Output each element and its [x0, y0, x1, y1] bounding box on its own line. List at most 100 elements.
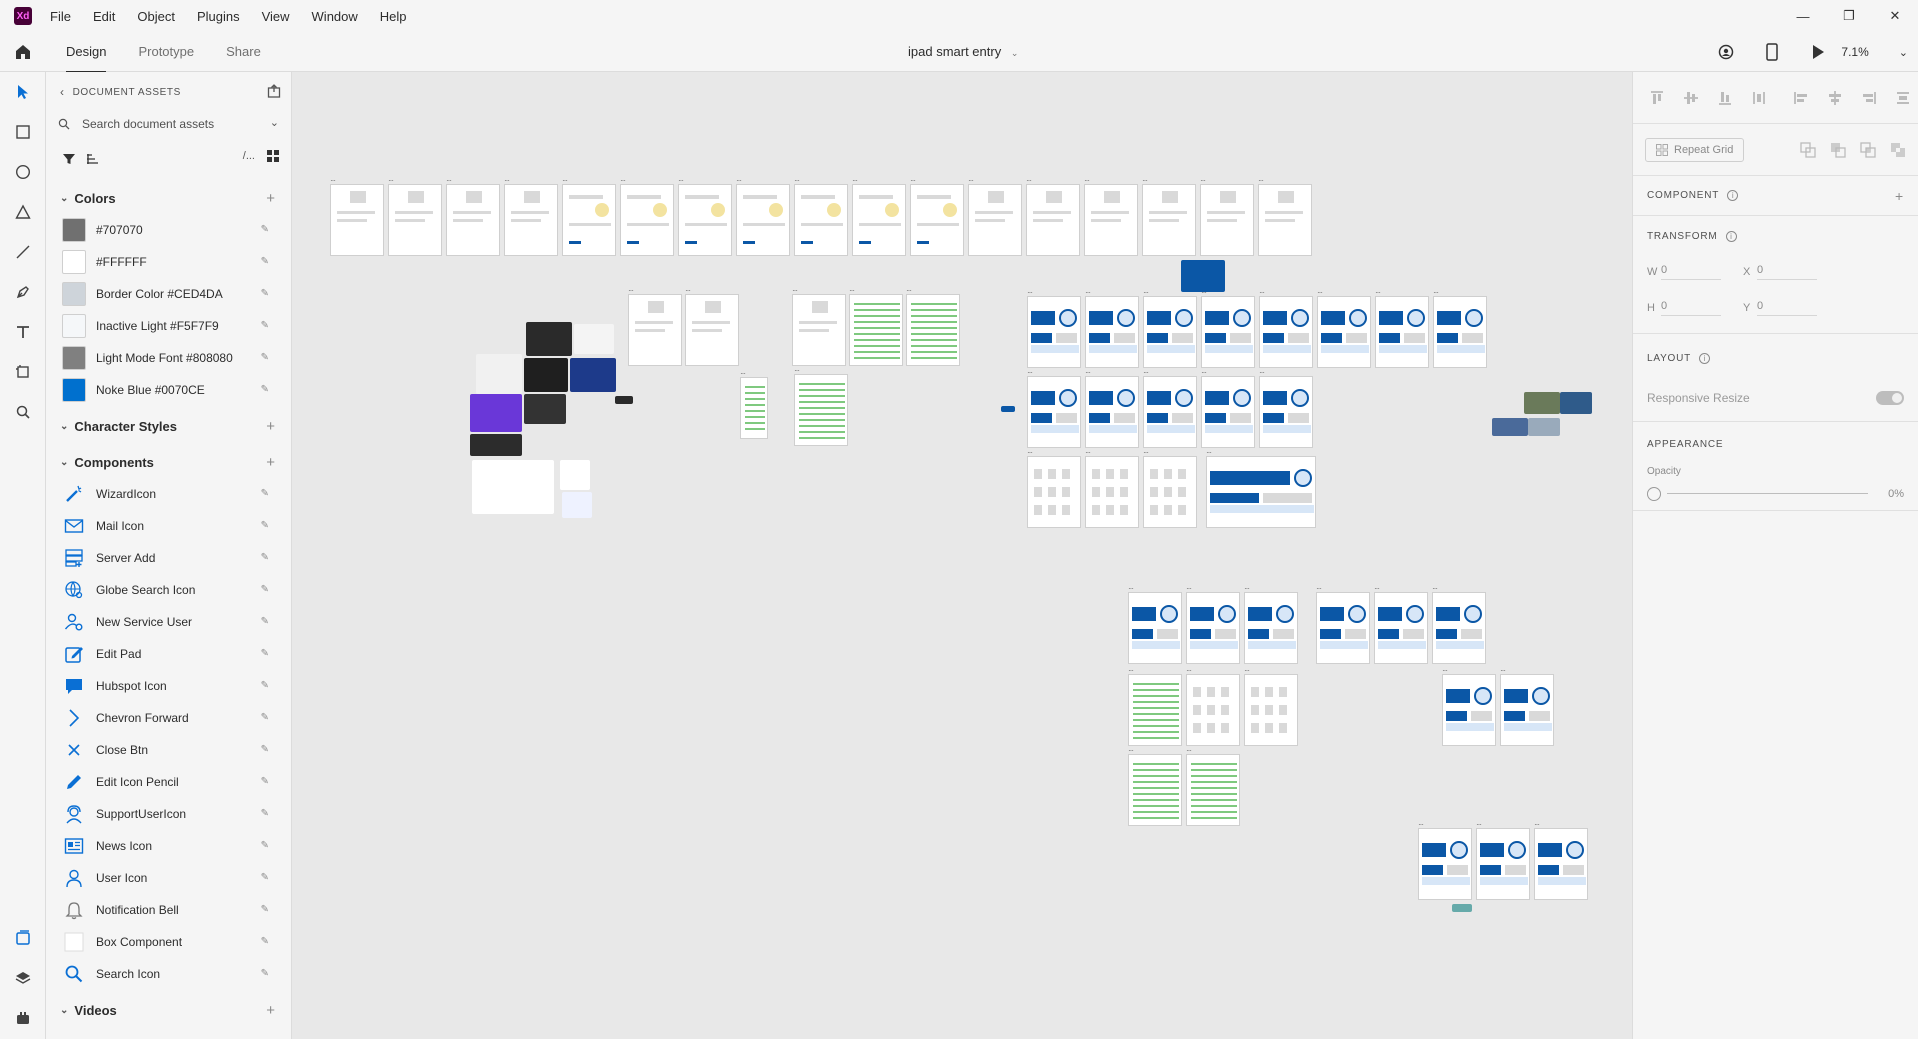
canvas-image[interactable] — [1001, 406, 1015, 412]
artboard-thumbnail[interactable] — [1374, 584, 1428, 664]
canvas-image[interactable] — [524, 394, 566, 424]
artboard-thumbnail[interactable] — [562, 176, 616, 256]
component-row[interactable]: News Icon ✎ — [46, 830, 291, 862]
height-field[interactable]: 0 — [1661, 300, 1721, 316]
align-top-icon[interactable] — [1647, 88, 1667, 108]
opacity-slider-track[interactable] — [1667, 493, 1868, 494]
info-icon[interactable]: i — [1725, 230, 1737, 242]
component-row[interactable]: Edit Pad ✎ — [46, 638, 291, 670]
plugins-panel-icon[interactable] — [0, 998, 46, 1038]
ellipse-tool-icon[interactable] — [0, 152, 46, 192]
canvas-image[interactable] — [1181, 260, 1225, 292]
artboard-thumbnail[interactable] — [740, 369, 768, 439]
color-swatch-row[interactable]: Inactive Light #F5F7F9 ✎ — [46, 310, 291, 342]
add-component-button[interactable]: + — [266, 454, 275, 471]
distribute-vertical-icon[interactable] — [1749, 88, 1769, 108]
edit-pencil-icon[interactable]: ✎ — [261, 520, 269, 531]
artboard-thumbnail[interactable] — [1143, 448, 1197, 528]
zoom-level[interactable]: 7.1% — [1841, 45, 1868, 59]
artboard-thumbnail[interactable] — [1027, 448, 1081, 528]
artboard-thumbnail[interactable] — [906, 286, 960, 366]
artboard-thumbnail[interactable] — [1317, 288, 1371, 368]
edit-pencil-icon[interactable]: ✎ — [261, 712, 269, 723]
rectangle-tool-icon[interactable] — [0, 112, 46, 152]
edit-pencil-icon[interactable]: ✎ — [261, 808, 269, 819]
artboard-thumbnail[interactable] — [1186, 746, 1240, 826]
back-chevron-icon[interactable]: ‹ — [60, 85, 65, 99]
responsive-resize-toggle[interactable] — [1876, 390, 1904, 405]
canvas-image[interactable] — [1524, 392, 1560, 414]
tab-prototype[interactable]: Prototype — [138, 32, 194, 72]
artboard-thumbnail[interactable] — [1143, 368, 1197, 448]
layers-panel-icon[interactable] — [0, 958, 46, 998]
component-row[interactable]: Edit Icon Pencil ✎ — [46, 766, 291, 798]
component-row[interactable]: Box Component ✎ — [46, 926, 291, 958]
color-swatch[interactable] — [62, 314, 86, 338]
color-swatch-row[interactable]: #707070 ✎ — [46, 214, 291, 246]
edit-pencil-icon[interactable]: ✎ — [261, 256, 269, 267]
artboard-thumbnail[interactable] — [1375, 288, 1429, 368]
opacity-slider-knob[interactable] — [1647, 486, 1661, 501]
component-row[interactable]: User Icon ✎ — [46, 862, 291, 894]
color-swatch[interactable] — [62, 250, 86, 274]
artboard-thumbnail[interactable] — [1128, 746, 1182, 826]
artboard-thumbnail[interactable] — [1432, 584, 1486, 664]
component-row[interactable]: Globe Search Icon ✎ — [46, 574, 291, 606]
color-swatch-row[interactable]: #FFFFFF ✎ — [46, 246, 291, 278]
text-tool-icon[interactable] — [0, 312, 46, 352]
artboard-thumbnail[interactable] — [1186, 666, 1240, 746]
artboard-thumbnail[interactable] — [736, 176, 790, 256]
edit-pencil-icon[interactable]: ✎ — [261, 288, 269, 299]
minimize-button[interactable]: — — [1780, 0, 1826, 32]
menu-object[interactable]: Object — [137, 9, 175, 24]
artboard-thumbnail[interactable] — [1027, 368, 1081, 448]
color-swatch-row[interactable]: Noke Blue #0070CE ✎ — [46, 374, 291, 406]
artboard-thumbnail[interactable] — [1201, 288, 1255, 368]
width-field[interactable]: 0 — [1661, 264, 1721, 280]
canvas-image[interactable] — [562, 492, 592, 518]
artboard-thumbnail[interactable] — [1201, 368, 1255, 448]
artboard-thumbnail[interactable] — [1206, 448, 1316, 528]
artboard-thumbnail[interactable] — [1128, 584, 1182, 664]
artboard-thumbnail[interactable] — [910, 176, 964, 256]
home-icon[interactable] — [0, 43, 46, 61]
menu-window[interactable]: Window — [312, 9, 358, 24]
artboard-thumbnail[interactable] — [794, 176, 848, 256]
add-video-button[interactable]: + — [266, 1002, 275, 1019]
artboard-thumbnail[interactable] — [1418, 820, 1472, 900]
assets-panel-icon[interactable] — [0, 918, 46, 958]
edit-pencil-icon[interactable]: ✎ — [261, 872, 269, 883]
tab-design[interactable]: Design — [66, 32, 107, 73]
artboard-thumbnail[interactable] — [620, 176, 674, 256]
menu-view[interactable]: View — [262, 9, 290, 24]
menu-plugins[interactable]: Plugins — [197, 9, 240, 24]
artboard-thumbnail[interactable] — [388, 176, 442, 256]
component-row[interactable]: Notification Bell ✎ — [46, 894, 291, 926]
canvas-image[interactable] — [570, 358, 616, 392]
assets-search-input[interactable]: Search document assets — [82, 117, 214, 131]
restore-button[interactable]: ❐ — [1826, 0, 1872, 32]
menu-file[interactable]: File — [50, 9, 71, 24]
component-row[interactable]: Hubspot Icon ✎ — [46, 670, 291, 702]
y-field[interactable]: 0 — [1757, 300, 1817, 316]
component-row[interactable]: WizardIcon ✎ — [46, 478, 291, 510]
edit-pencil-icon[interactable]: ✎ — [261, 904, 269, 915]
canvas-image[interactable] — [1452, 904, 1472, 912]
info-icon[interactable]: i — [1727, 190, 1739, 201]
artboard-thumbnail[interactable] — [1476, 820, 1530, 900]
tab-share[interactable]: Share — [226, 32, 261, 72]
canvas-image[interactable] — [526, 322, 572, 356]
artboard-thumbnail[interactable] — [1026, 176, 1080, 256]
components-section-header[interactable]: ⌄ Components + — [46, 446, 291, 478]
live-share-icon[interactable] — [1703, 43, 1749, 61]
edit-pencil-icon[interactable]: ✎ — [261, 488, 269, 499]
artboard-thumbnail[interactable] — [1258, 176, 1312, 256]
edit-pencil-icon[interactable]: ✎ — [261, 616, 269, 627]
canvas-image[interactable] — [476, 354, 522, 394]
artboard-thumbnail[interactable] — [1186, 584, 1240, 664]
align-bottom-icon[interactable] — [1715, 88, 1735, 108]
canvas-image[interactable] — [574, 324, 614, 354]
align-left-icon[interactable] — [1791, 88, 1811, 108]
videos-section-header[interactable]: ⌄ Videos + — [46, 994, 291, 1026]
zoom-tool-icon[interactable] — [0, 392, 46, 432]
